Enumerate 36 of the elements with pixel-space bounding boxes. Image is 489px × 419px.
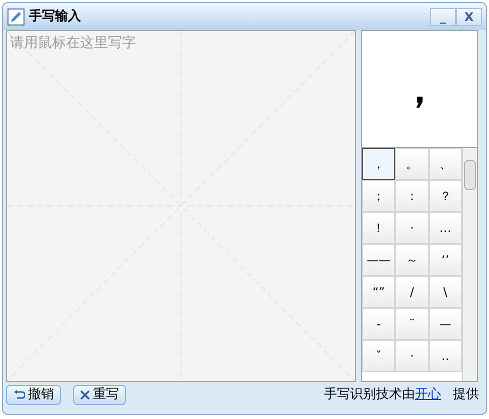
credit-text: 手写识别技术由 bbox=[324, 386, 415, 404]
minimize-button[interactable]: _ bbox=[430, 8, 456, 26]
symbol-key[interactable]: ！ bbox=[362, 212, 396, 244]
symbol-key[interactable]: \ bbox=[428, 276, 462, 308]
symbol-key[interactable]: … bbox=[428, 212, 462, 244]
symbol-key[interactable]: ～ bbox=[395, 244, 429, 276]
preview-character: ， bbox=[400, 69, 440, 109]
window-title: 手写输入 bbox=[29, 8, 81, 26]
undo-icon bbox=[13, 390, 25, 400]
symbol-key[interactable]: 、 bbox=[428, 148, 462, 180]
rewrite-button[interactable]: 重写 bbox=[73, 385, 126, 405]
symbol-key[interactable]: ‘’ bbox=[428, 244, 462, 276]
symbol-key[interactable]: · bbox=[395, 340, 429, 372]
symbol-key[interactable]: ˇ bbox=[362, 340, 396, 372]
symbol-key[interactable]: ， bbox=[362, 148, 396, 180]
symbol-key[interactable]: ； bbox=[362, 180, 396, 212]
symbol-key[interactable]: / bbox=[395, 276, 429, 308]
symbol-key[interactable]: — bbox=[428, 308, 462, 340]
pencil-icon bbox=[7, 8, 25, 26]
symbol-key[interactable]: ？ bbox=[428, 180, 462, 212]
scrollbar[interactable] bbox=[462, 148, 477, 381]
credit-suffix: 提供 bbox=[453, 386, 480, 404]
symbol-key[interactable]: ‥ bbox=[428, 340, 462, 372]
canvas-placeholder: 请用鼠标在这里写字 bbox=[10, 34, 136, 53]
symbol-key[interactable]: “” bbox=[362, 276, 396, 308]
symbol-key[interactable]: —— bbox=[362, 244, 396, 276]
undo-button[interactable]: 撤销 bbox=[6, 385, 61, 405]
close-icon bbox=[80, 390, 90, 400]
credit-link[interactable]: 开心 bbox=[415, 385, 441, 405]
scroll-thumb[interactable] bbox=[464, 160, 476, 190]
symbol-key[interactable]: ¨ bbox=[395, 308, 429, 340]
symbol-key[interactable]: - bbox=[362, 308, 396, 340]
symbol-key[interactable]: 。 bbox=[395, 148, 429, 180]
close-button[interactable]: X bbox=[456, 8, 482, 26]
symbol-key[interactable]: · bbox=[395, 212, 429, 244]
symbol-key[interactable]: ： bbox=[395, 180, 429, 212]
